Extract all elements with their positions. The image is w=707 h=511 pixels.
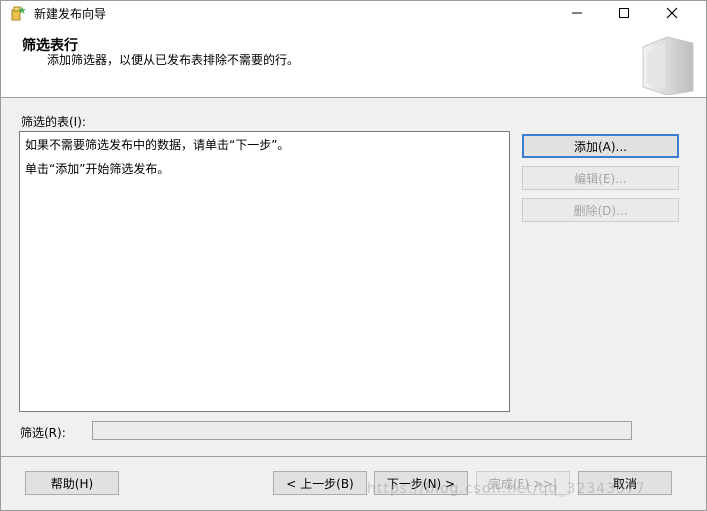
title-bar: 新建发布向导 — [1, 1, 706, 25]
delete-button[interactable]: 删除(D)... — [522, 198, 679, 222]
window-title: 新建发布向导 — [34, 7, 107, 21]
book-graphic-icon — [637, 33, 695, 96]
wizard-header: 筛选表行 添加筛选器，以便从已发布表排除不需要的行。 — [1, 25, 706, 98]
filter-field — [92, 421, 632, 440]
filtered-tables-list[interactable]: 如果不需要筛选发布中的数据，请单击“下一步”。 单击“添加”开始筛选发布。 — [19, 131, 510, 412]
maximize-icon — [619, 8, 629, 18]
edit-button[interactable]: 编辑(E)... — [522, 166, 679, 190]
wizard-app-icon — [10, 4, 28, 22]
help-button[interactable]: 帮助(H) — [25, 471, 119, 495]
wizard-window: 新建发布向导 筛选表行 添加筛选器，以便从已发布表排除不需要的行。 筛选的表(I… — [0, 0, 707, 511]
minimize-icon — [572, 12, 582, 14]
back-button[interactable]: < 上一步(B) — [273, 471, 367, 495]
list-item: 单击“添加”开始筛选发布。 — [25, 162, 170, 176]
maximize-button[interactable] — [601, 1, 647, 25]
watermark-text: https://blog.csdn.net/qq_32343577 — [367, 481, 646, 497]
close-icon — [666, 7, 678, 19]
page-subtitle: 添加筛选器，以便从已发布表排除不需要的行。 — [47, 53, 300, 67]
add-button[interactable]: 添加(A)... — [522, 134, 679, 158]
footer-divider — [1, 456, 706, 457]
list-item: 如果不需要筛选发布中的数据，请单击“下一步”。 — [25, 138, 290, 152]
minimize-button[interactable] — [554, 1, 600, 25]
close-button[interactable] — [649, 1, 695, 25]
filter-label: 筛选(R): — [20, 426, 66, 440]
table-label: 筛选的表(I): — [21, 115, 86, 129]
